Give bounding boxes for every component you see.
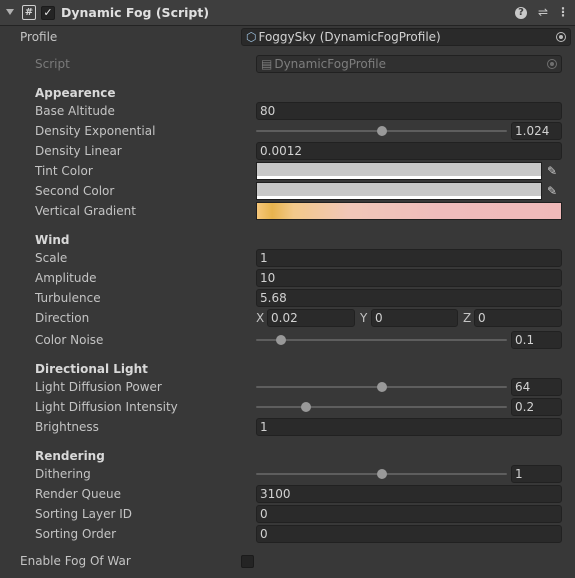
- script-object-field: ▤ DynamicFogProfile: [256, 55, 562, 73]
- tint-eyedropper-icon[interactable]: ✎: [545, 164, 559, 178]
- dithering-slider[interactable]: [256, 469, 507, 479]
- direction-x-input[interactable]: 0.02: [267, 309, 355, 327]
- sorting-order-label: Sorting Order: [35, 527, 117, 541]
- density-exponential-label: Density Exponential: [35, 124, 156, 138]
- sorting-layer-id-input[interactable]: 0: [256, 505, 562, 523]
- second-color-label: Second Color: [35, 184, 115, 198]
- section-directional-light: Directional Light: [35, 362, 148, 376]
- color-noise-input[interactable]: 0.1: [511, 331, 562, 349]
- light-diffusion-intensity-label: Light Diffusion Intensity: [35, 400, 178, 414]
- script-value: DynamicFogProfile: [274, 57, 387, 71]
- brightness-input[interactable]: 1: [256, 418, 562, 436]
- tint-color-label: Tint Color: [35, 164, 93, 178]
- scale-input[interactable]: 1: [256, 249, 562, 267]
- light-diffusion-power-input[interactable]: 64: [511, 378, 562, 396]
- light-diffusion-power-slider[interactable]: [256, 382, 507, 392]
- profile-value: FoggySky (DynamicFogProfile): [258, 30, 441, 44]
- light-diffusion-intensity-input[interactable]: 0.2: [511, 398, 562, 416]
- direction-z-label: Z: [463, 311, 472, 325]
- enable-fog-of-war-label: Enable Fog Of War: [20, 554, 131, 568]
- section-appearance: Appearence: [35, 86, 116, 100]
- render-queue-label: Render Queue: [35, 487, 121, 501]
- direction-y-input[interactable]: 0: [371, 309, 458, 327]
- vertical-gradient-label: Vertical Gradient: [35, 204, 136, 218]
- brightness-label: Brightness: [35, 420, 99, 434]
- dithering-label: Dithering: [35, 467, 91, 481]
- enable-fog-of-war-checkbox[interactable]: [241, 555, 254, 568]
- second-color-swatch[interactable]: [256, 182, 542, 200]
- vertical-gradient-field[interactable]: [256, 202, 562, 220]
- slider-thumb[interactable]: [276, 335, 287, 345]
- direction-label: Direction: [35, 311, 90, 325]
- base-altitude-label: Base Altitude: [35, 104, 115, 118]
- direction-y-label: Y: [360, 311, 368, 325]
- dithering-input[interactable]: 1: [511, 465, 562, 483]
- slider-thumb[interactable]: [376, 469, 387, 479]
- render-queue-input[interactable]: 3100: [256, 485, 562, 503]
- profile-object-field[interactable]: ⬡ FoggySky (DynamicFogProfile): [241, 28, 571, 46]
- turbulence-input[interactable]: 5.68: [256, 289, 562, 307]
- context-menu-icon[interactable]: ⋮: [556, 5, 570, 19]
- light-diffusion-power-label: Light Diffusion Power: [35, 380, 162, 394]
- density-linear-label: Density Linear: [35, 144, 122, 158]
- scale-label: Scale: [35, 251, 68, 265]
- sorting-order-input[interactable]: 0: [256, 525, 562, 543]
- component-enable-checkbox[interactable]: ✓: [41, 6, 55, 20]
- script-picker-icon: [547, 59, 557, 69]
- density-exponential-input[interactable]: 1.024: [511, 122, 562, 140]
- amplitude-label: Amplitude: [35, 271, 97, 285]
- density-exponential-slider[interactable]: [256, 126, 507, 136]
- amplitude-input[interactable]: 10: [256, 269, 562, 287]
- presets-icon[interactable]: ⇌: [536, 5, 550, 19]
- profile-picker-icon[interactable]: [556, 32, 566, 42]
- section-wind: Wind: [35, 233, 70, 247]
- component-header: # ✓ Dynamic Fog (Script) ? ⇌ ⋮: [0, 0, 575, 26]
- light-diffusion-intensity-slider[interactable]: [256, 402, 507, 412]
- component-title: Dynamic Fog (Script): [61, 5, 210, 20]
- color-noise-slider[interactable]: [256, 335, 507, 345]
- base-altitude-input[interactable]: 80: [256, 102, 562, 120]
- foldout-arrow-icon[interactable]: [6, 9, 14, 15]
- direction-z-input[interactable]: 0: [474, 309, 562, 327]
- slider-thumb[interactable]: [376, 126, 387, 136]
- script-label: Script: [35, 57, 70, 71]
- direction-x-label: X: [256, 311, 265, 325]
- sorting-layer-id-label: Sorting Layer ID: [35, 507, 133, 521]
- profile-label: Profile: [20, 30, 58, 44]
- help-icon[interactable]: ?: [515, 7, 527, 19]
- script-icon: #: [22, 5, 36, 20]
- density-linear-input[interactable]: 0.0012: [256, 142, 562, 160]
- turbulence-label: Turbulence: [35, 291, 101, 305]
- script-asset-icon: ▤: [261, 57, 273, 71]
- profile-asset-icon: ⬡: [246, 30, 257, 44]
- slider-thumb[interactable]: [376, 382, 387, 392]
- section-rendering: Rendering: [35, 449, 105, 463]
- slider-thumb[interactable]: [301, 402, 312, 412]
- color-noise-label: Color Noise: [35, 333, 104, 347]
- tint-color-swatch[interactable]: [256, 162, 542, 180]
- second-eyedropper-icon[interactable]: ✎: [545, 184, 559, 198]
